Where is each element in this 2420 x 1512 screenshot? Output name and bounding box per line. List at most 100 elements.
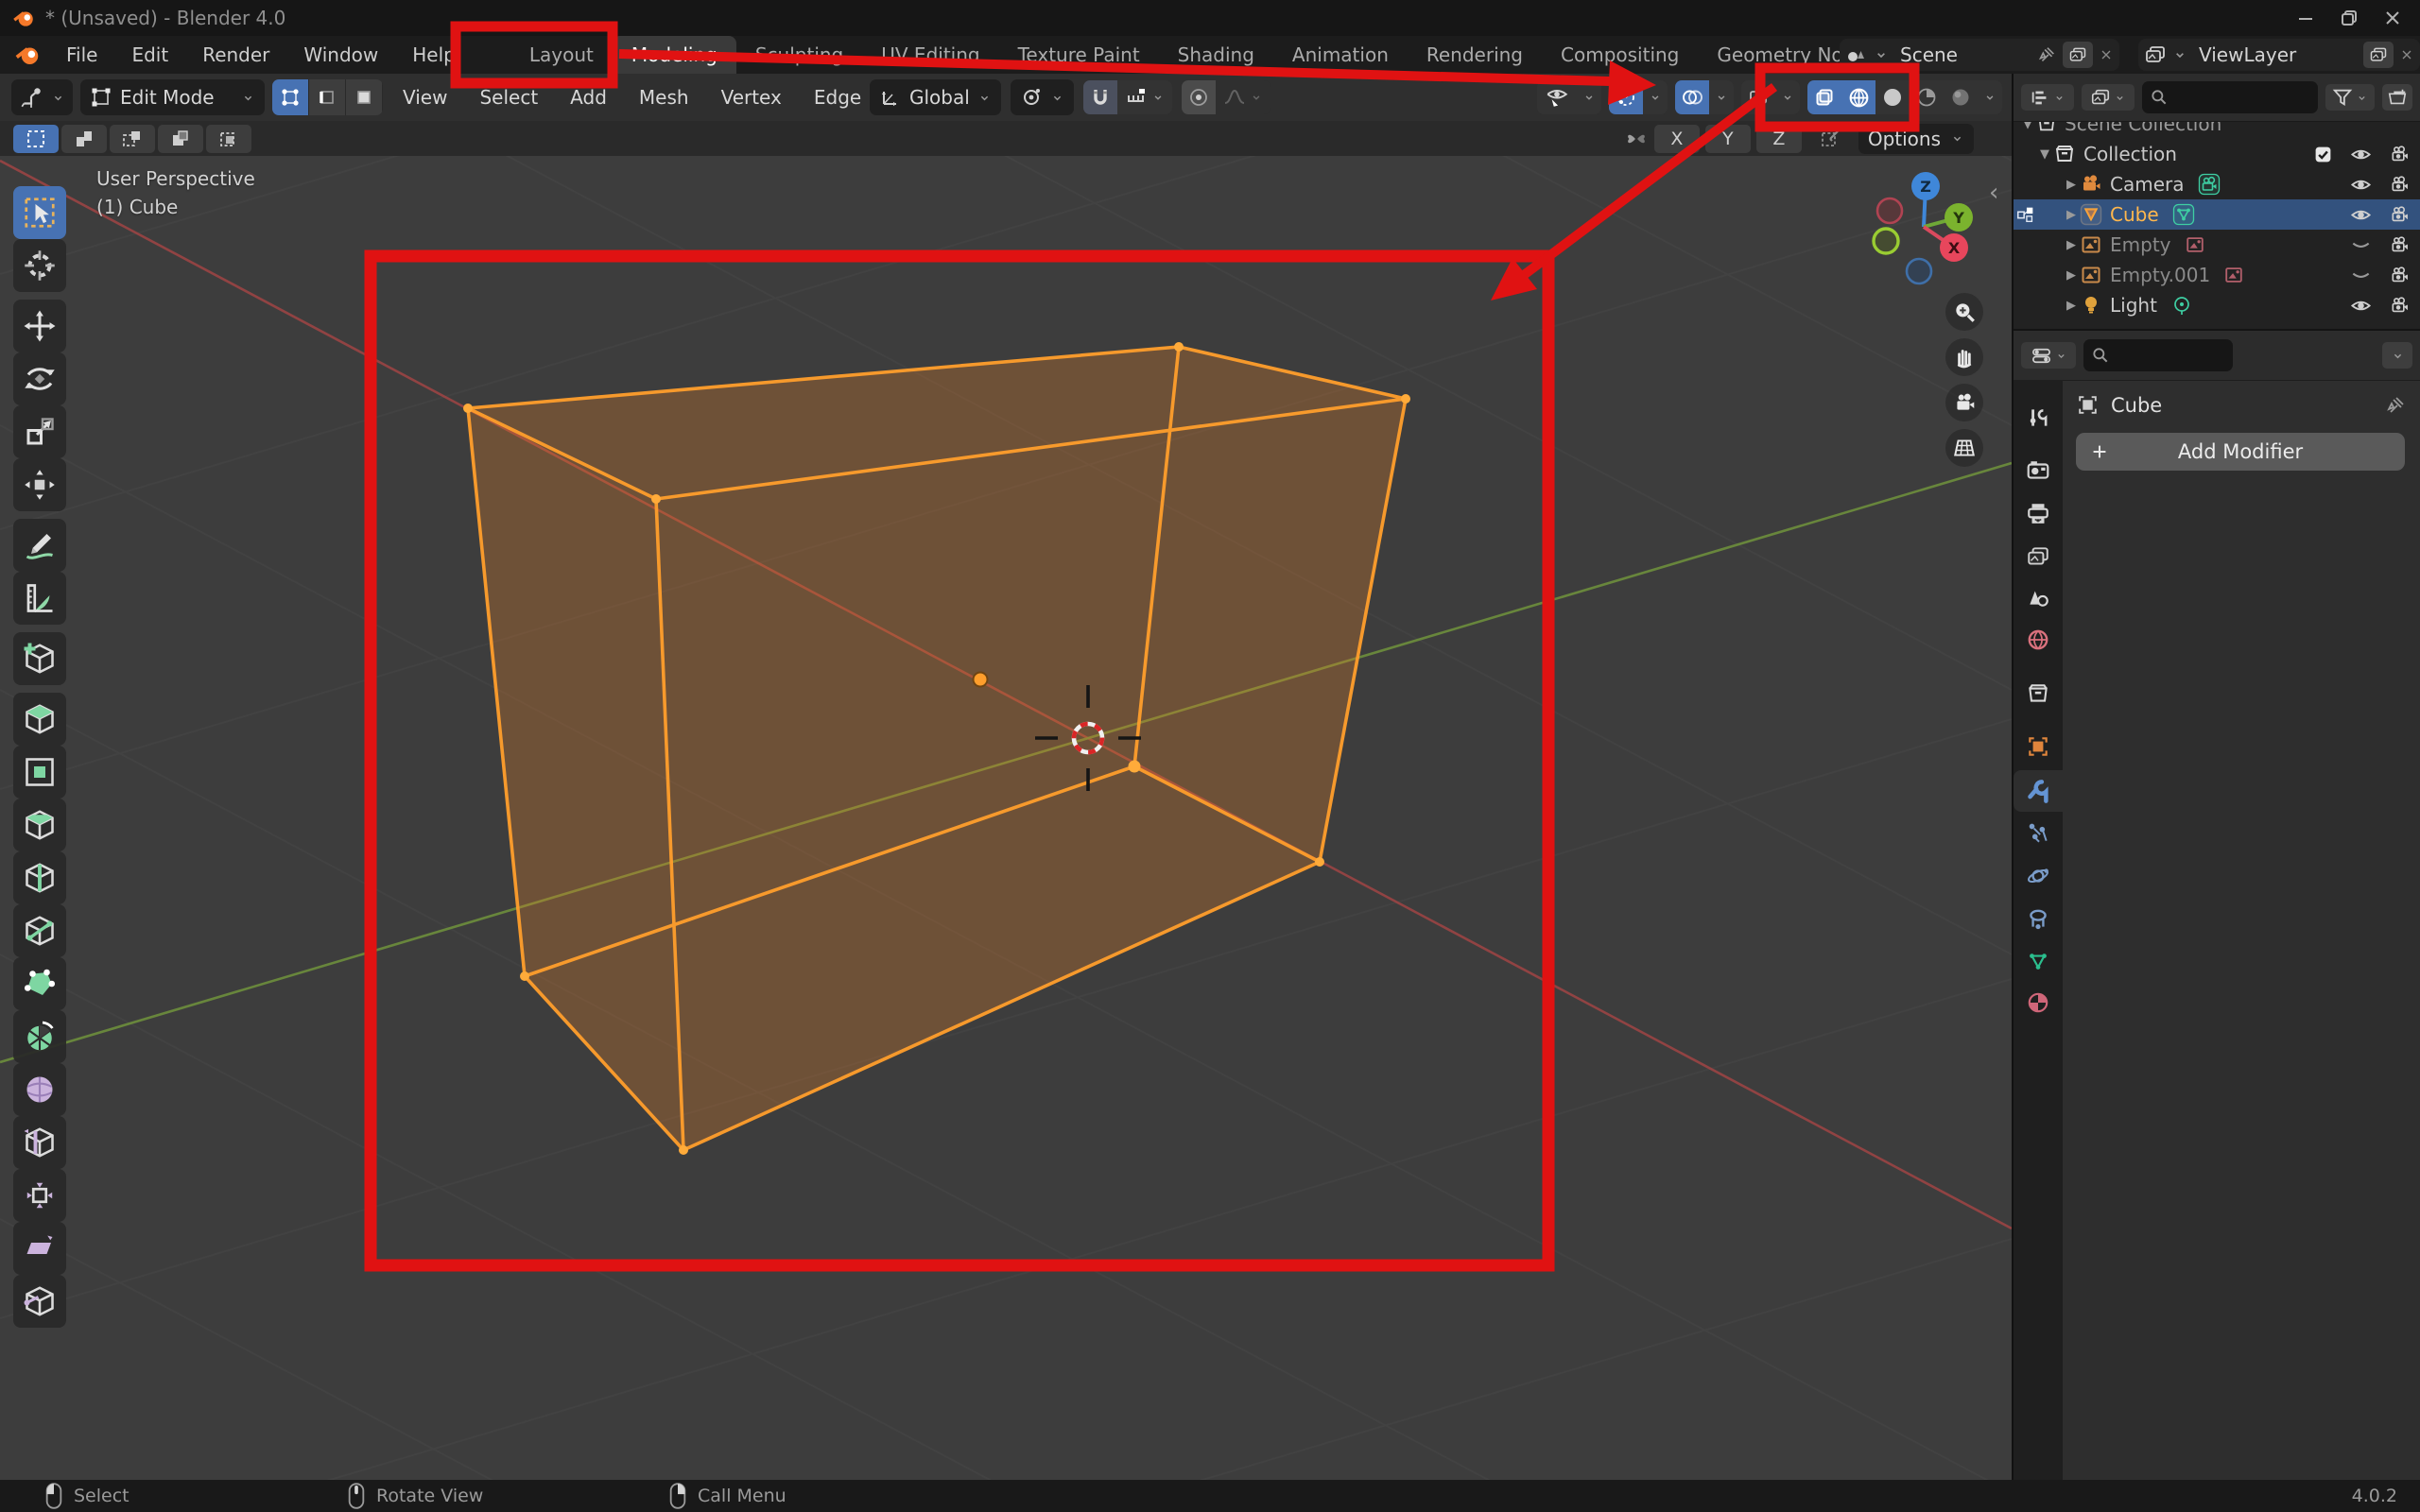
tool-smooth[interactable] — [13, 1063, 66, 1116]
tab-texture-paint[interactable]: Texture Paint — [999, 36, 1159, 74]
menu-help[interactable]: Help — [395, 36, 473, 74]
pin-icon[interactable] — [2036, 44, 2057, 65]
select-mode-set-button[interactable] — [13, 125, 59, 153]
menu-file[interactable]: File — [49, 36, 114, 74]
camera-restrict-icon[interactable] — [2389, 234, 2411, 256]
tool-spin[interactable] — [13, 1010, 66, 1063]
empty-001-row[interactable]: ▶ Empty.001 — [2014, 260, 2420, 290]
expand-icon[interactable]: ▶ — [2063, 178, 2080, 192]
zoom-button[interactable] — [1945, 293, 1983, 331]
tool-bevel[interactable] — [13, 799, 66, 851]
mirror-z-button[interactable]: Z — [1756, 125, 1802, 153]
correct-face-attributes-toggle[interactable] — [1807, 125, 1853, 153]
tab-sculpting[interactable]: Sculpting — [736, 36, 862, 74]
tool-options-dropdown[interactable]: Options — [1858, 124, 1974, 154]
restore-button[interactable] — [2327, 4, 2371, 32]
tool-loop-cut[interactable] — [13, 851, 66, 904]
menu-vertex[interactable]: Vertex — [709, 86, 794, 109]
tool-edge-slide[interactable] — [13, 1116, 66, 1169]
eye-open-icon[interactable] — [2350, 295, 2372, 317]
toggle-xray-button[interactable] — [1807, 80, 1841, 114]
outliner-search-input[interactable] — [2142, 81, 2318, 113]
expand-icon[interactable]: ▶ — [2063, 238, 2080, 252]
object-types-chevron[interactable] — [1577, 80, 1601, 114]
unlink-scene-icon[interactable] — [2099, 47, 2114, 62]
tool-extrude-region[interactable] — [13, 693, 66, 746]
outliner-display-mode-dropdown[interactable] — [2021, 84, 2074, 111]
tab-rendering[interactable]: Rendering — [1408, 36, 1542, 74]
row-label[interactable]: Collection — [2083, 143, 2177, 165]
cube-row-selected[interactable]: ▶ Cube — [2014, 199, 2420, 230]
select-mode-difference-button[interactable] — [158, 125, 203, 153]
cube-faces[interactable] — [468, 347, 1406, 1150]
ortho-toggle-button[interactable] — [1945, 429, 1983, 467]
scene-name[interactable]: Scene — [1894, 43, 2031, 66]
row-label[interactable]: Empty — [2110, 233, 2171, 256]
menu-edge[interactable]: Edge — [802, 86, 873, 109]
close-button[interactable] — [2371, 4, 2414, 32]
image-data-icon[interactable] — [2185, 234, 2205, 255]
tab-modifiers-active[interactable] — [2014, 770, 2063, 812]
image-data-icon[interactable] — [2223, 265, 2244, 285]
tool-measure[interactable] — [13, 572, 66, 625]
tab-constraints[interactable] — [2014, 899, 2063, 940]
checkbox-icon[interactable] — [2313, 145, 2333, 164]
collapse-panel-arrow[interactable]: ‹ — [1989, 179, 1998, 207]
menu-add[interactable]: Add — [558, 86, 619, 109]
select-mode-intersect-button[interactable] — [206, 125, 251, 153]
menu-render[interactable]: Render — [185, 36, 286, 74]
tab-collection[interactable] — [2014, 673, 2063, 714]
new-viewlayer-button[interactable] — [2363, 42, 2394, 68]
xray-chevron[interactable] — [1775, 80, 1800, 114]
vertex-select-button[interactable] — [272, 79, 309, 115]
collection-row[interactable]: ▼ Collection — [2014, 139, 2420, 169]
expand-icon[interactable]: ▶ — [2063, 268, 2080, 283]
camera-view-button[interactable] — [1945, 384, 1983, 421]
tool-rotate[interactable] — [13, 352, 66, 405]
row-label[interactable]: Scene Collection — [2065, 122, 2221, 135]
shading-rendered-button[interactable] — [1944, 80, 1978, 114]
menu-select[interactable]: Select — [467, 86, 550, 109]
editor-type-button[interactable] — [11, 79, 73, 115]
new-collection-button[interactable] — [2382, 84, 2412, 111]
tab-object-data[interactable] — [2014, 940, 2063, 982]
tab-output[interactable] — [2014, 492, 2063, 534]
camera-restrict-icon[interactable] — [2389, 144, 2411, 165]
transform-orientation-dropdown[interactable]: Global — [870, 79, 1001, 115]
mode-dropdown[interactable]: Edit Mode — [80, 79, 265, 115]
breadcrumb-object-name[interactable]: Cube — [2111, 394, 2373, 417]
select-mode-subtract-button[interactable] — [110, 125, 155, 153]
row-label[interactable]: Empty.001 — [2110, 264, 2210, 286]
properties-search-input[interactable] — [2083, 339, 2233, 371]
expand-icon[interactable]: ▼ — [2036, 147, 2053, 162]
light-data-icon[interactable] — [2170, 294, 2193, 317]
tab-world[interactable] — [2014, 619, 2063, 661]
tool-move[interactable] — [13, 300, 66, 352]
snap-target-dropdown[interactable] — [1117, 80, 1172, 114]
navigation-gizmo[interactable]: Z Y X — [1858, 165, 1990, 288]
tool-shear[interactable] — [13, 1222, 66, 1275]
tool-rip-region[interactable] — [13, 1275, 66, 1328]
camera-restrict-icon[interactable] — [2389, 174, 2411, 196]
shading-solid-button[interactable] — [1876, 80, 1910, 114]
row-label[interactable]: Light — [2110, 294, 2157, 317]
tab-particles[interactable] — [2014, 812, 2063, 853]
gizmo-options-chevron[interactable] — [1643, 80, 1668, 114]
tab-modeling[interactable]: Modeling — [613, 36, 736, 74]
minimize-button[interactable] — [2284, 4, 2327, 32]
eye-open-icon[interactable] — [2350, 174, 2372, 196]
tab-material[interactable] — [2014, 982, 2063, 1023]
empty-row[interactable]: ▶ Empty — [2014, 230, 2420, 260]
viewlayer-name[interactable]: ViewLayer — [2193, 43, 2358, 66]
scene-collection-row[interactable]: ▼ Scene Collection — [2014, 122, 2420, 139]
outliner-filter-type-dropdown[interactable] — [2082, 84, 2135, 111]
tab-physics[interactable] — [2014, 855, 2063, 897]
edge-select-button[interactable] — [309, 79, 346, 115]
eye-closed-icon[interactable] — [2350, 265, 2372, 286]
face-select-button[interactable] — [346, 79, 383, 115]
menu-window[interactable]: Window — [286, 36, 395, 74]
expand-icon[interactable]: ▼ — [2019, 122, 2036, 131]
camera-restrict-icon[interactable] — [2389, 204, 2411, 226]
pin-icon[interactable] — [2384, 394, 2407, 417]
tab-scene[interactable] — [2014, 576, 2063, 618]
